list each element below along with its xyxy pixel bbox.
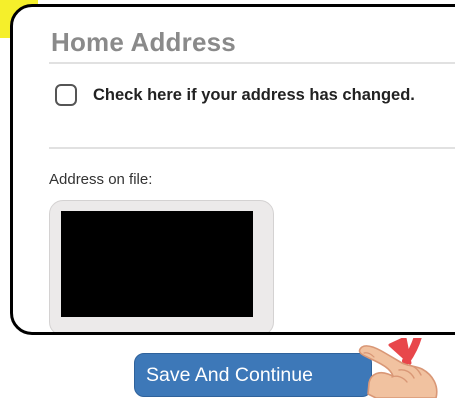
hand-pointer-icon — [358, 338, 438, 398]
save-and-continue-button[interactable]: Save And Continue — [134, 353, 372, 397]
home-address-panel: Home Address Check here if your address … — [10, 4, 455, 335]
section-title: Home Address — [51, 27, 236, 57]
address-changed-checkbox-row[interactable]: Check here if your address has changed. — [55, 82, 415, 108]
tutorial-screenshot: Home Address Check here if your address … — [0, 0, 455, 398]
address-on-file-card — [49, 200, 274, 332]
section-divider — [49, 62, 455, 64]
address-on-file-label: Address on file: — [49, 171, 153, 188]
field-divider — [49, 147, 455, 149]
redacted-address-block — [61, 211, 253, 317]
address-changed-label[interactable]: Check here if your address has changed. — [93, 86, 415, 105]
address-changed-checkbox[interactable] — [55, 84, 77, 106]
